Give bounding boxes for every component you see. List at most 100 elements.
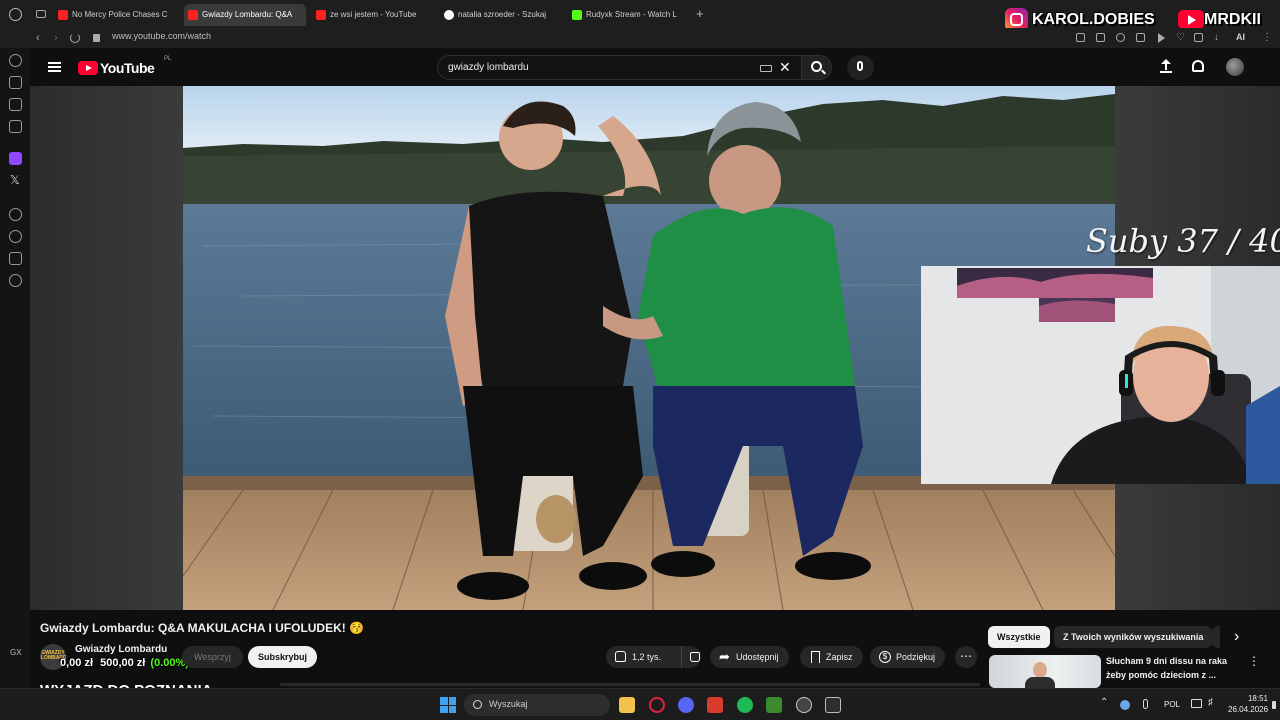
gx-label: GX xyxy=(10,648,22,657)
tab-ze-wsi-jestem[interactable]: ze wsi jestem - YouTube xyxy=(312,4,434,26)
language-indicator[interactable]: POL xyxy=(1164,700,1180,709)
filter-chip-partial[interactable] xyxy=(1212,626,1220,648)
volume-icon[interactable]: ♯ xyxy=(1208,697,1213,708)
opera-gx-icon[interactable] xyxy=(649,697,665,713)
hamburger-menu-icon[interactable] xyxy=(48,62,61,72)
ai-icon[interactable]: AI xyxy=(1236,32,1245,42)
extension-icon[interactable] xyxy=(1096,33,1105,42)
heart-icon[interactable]: ♡ xyxy=(1176,32,1185,43)
tab-label: No Mercy Police Chases C xyxy=(72,10,168,19)
settings-gear-icon[interactable] xyxy=(9,274,22,287)
search-input[interactable]: gwiazdy lombardu xyxy=(448,62,529,73)
notification-center-icon[interactable] xyxy=(1272,701,1276,709)
tray-mic-icon[interactable] xyxy=(1143,699,1148,709)
google-favicon-icon xyxy=(444,10,454,20)
news-icon[interactable] xyxy=(9,98,22,111)
recommended-video[interactable]: Słucham 9 dni dissu na raka żeby pomóc d… xyxy=(988,654,1278,688)
download-icon[interactable]: ↓ xyxy=(1214,32,1219,43)
scroll-track xyxy=(280,683,980,686)
avatar[interactable] xyxy=(1226,58,1244,76)
puzzle-icon[interactable] xyxy=(1194,33,1203,42)
extensions-icon[interactable] xyxy=(9,252,22,265)
subscribe-button[interactable]: Subskrybuj xyxy=(248,646,318,668)
tab-no-mercy[interactable]: No Mercy Police Chases C xyxy=(54,4,176,26)
youtube-handle: MRDKII xyxy=(1204,11,1261,28)
start-windows-icon[interactable] xyxy=(440,697,456,713)
like-count: 1,2 tys. xyxy=(632,652,662,662)
channel-name[interactable]: Gwiazdy Lombardu xyxy=(75,644,167,655)
voice-search-button[interactable] xyxy=(847,55,874,80)
keyboard-icon[interactable] xyxy=(760,65,772,72)
support-button[interactable]: Wesprzyj xyxy=(182,646,243,668)
x-twitter-icon[interactable]: 𝕏 xyxy=(10,173,20,187)
youtube-favicon-icon xyxy=(58,10,68,20)
recommended-menu-icon[interactable]: ⋮ xyxy=(1248,654,1260,668)
filters-next-icon[interactable]: › xyxy=(1234,628,1239,646)
filter-chip-all[interactable]: Wszystkie xyxy=(988,626,1050,648)
tab-rudyxk-stream[interactable]: Rudyxk Stream - Watch L xyxy=(568,4,690,26)
lock-icon xyxy=(93,34,100,42)
video-info-section: Gwiazdy Lombardu: Q&A MAKULACHA I UFOLUD… xyxy=(30,610,1280,699)
filter-chip-search-results[interactable]: Z Twoich wyników wyszukiwania xyxy=(1054,626,1213,648)
recommended-thumbnail[interactable] xyxy=(989,655,1101,688)
more-actions-button[interactable]: ⋯ xyxy=(955,646,977,668)
gaming-icon[interactable] xyxy=(9,76,22,89)
tab-label: Rudyxk Stream - Watch L xyxy=(586,10,677,19)
donation-current: 0,00 zł xyxy=(60,657,94,669)
thumbs-up-icon xyxy=(615,651,626,662)
search-field[interactable]: gwiazdy lombardu ✕ xyxy=(437,55,801,80)
search-icon xyxy=(473,700,482,709)
instagram-handle: KAROL.DOBIES xyxy=(1032,11,1155,28)
dislike-button[interactable] xyxy=(681,646,707,668)
nvidia-app-icon[interactable] xyxy=(766,697,782,713)
browser-tab-bar: No Mercy Police Chases C Gwiazdy Lombard… xyxy=(0,0,1280,31)
discord-icon[interactable] xyxy=(678,697,694,713)
reload-icon[interactable] xyxy=(70,33,80,43)
new-tab-icon[interactable]: + xyxy=(696,7,708,20)
like-button[interactable]: 1,2 tys. xyxy=(606,646,702,668)
back-icon[interactable]: ‹ xyxy=(36,32,40,44)
save-button[interactable]: Zapisz xyxy=(800,646,863,668)
search-icon-handle xyxy=(821,69,826,75)
donation-target: 500,00 zł xyxy=(100,657,146,669)
clear-search-icon[interactable]: ✕ xyxy=(779,59,791,76)
tab-gwiazdy-lombardu[interactable]: Gwiazdy Lombardu: Q&A xyxy=(184,4,306,26)
tray-app-icon[interactable] xyxy=(1120,700,1130,710)
extension-icon[interactable] xyxy=(1076,33,1085,42)
upload-icon[interactable] xyxy=(1160,59,1172,73)
tab-overview-icon[interactable] xyxy=(36,10,46,18)
file-explorer-icon[interactable] xyxy=(619,697,635,713)
browser-menu-icon[interactable] xyxy=(9,8,22,21)
media-app-icon[interactable] xyxy=(707,697,723,713)
controller-icon[interactable] xyxy=(825,697,841,713)
video-title: Gwiazdy Lombardu: Q&A MAKULACHA I UFOLUD… xyxy=(40,621,365,635)
notifications-bell-icon[interactable] xyxy=(1192,60,1204,72)
play-icon[interactable] xyxy=(1158,33,1165,43)
thanks-button[interactable]: $ Podziękuj xyxy=(870,646,946,668)
extension-icon[interactable] xyxy=(1136,33,1145,42)
url-field[interactable]: www.youtube.com/watch xyxy=(112,31,211,41)
obs-icon[interactable] xyxy=(796,697,812,713)
kick-favicon-icon xyxy=(572,10,582,20)
taskbar-search-box[interactable]: Wyszukaj xyxy=(464,694,610,716)
more-menu-icon[interactable]: ⋮ xyxy=(1262,32,1272,43)
search-button[interactable] xyxy=(801,55,832,80)
forward-icon[interactable]: › xyxy=(54,32,58,44)
clock-icon[interactable] xyxy=(9,230,22,243)
display-icon[interactable] xyxy=(1191,699,1202,708)
extensions-toolbar: ♡ ↓ AI ⋮ xyxy=(1076,32,1276,44)
player-icon[interactable] xyxy=(9,208,22,221)
youtube-favicon-icon xyxy=(316,10,326,20)
clock-time[interactable]: 18:51 xyxy=(1228,694,1268,703)
clock-date[interactable]: 26.04.2026 xyxy=(1228,705,1268,714)
twitch-icon[interactable] xyxy=(9,152,22,165)
share-label: Udostępnij xyxy=(736,652,779,662)
spotify-icon[interactable] xyxy=(737,697,753,713)
share-button[interactable]: ➦ Udostępnij xyxy=(710,646,789,668)
history-icon[interactable] xyxy=(9,54,22,67)
messenger-icon[interactable] xyxy=(9,120,22,133)
extension-icon[interactable] xyxy=(1116,33,1125,42)
tab-natalia-szroeder[interactable]: natalia szroeder - Szukaj xyxy=(440,4,558,26)
microphone-icon xyxy=(857,61,863,71)
tray-expand-icon[interactable]: ⌃ xyxy=(1100,697,1108,708)
